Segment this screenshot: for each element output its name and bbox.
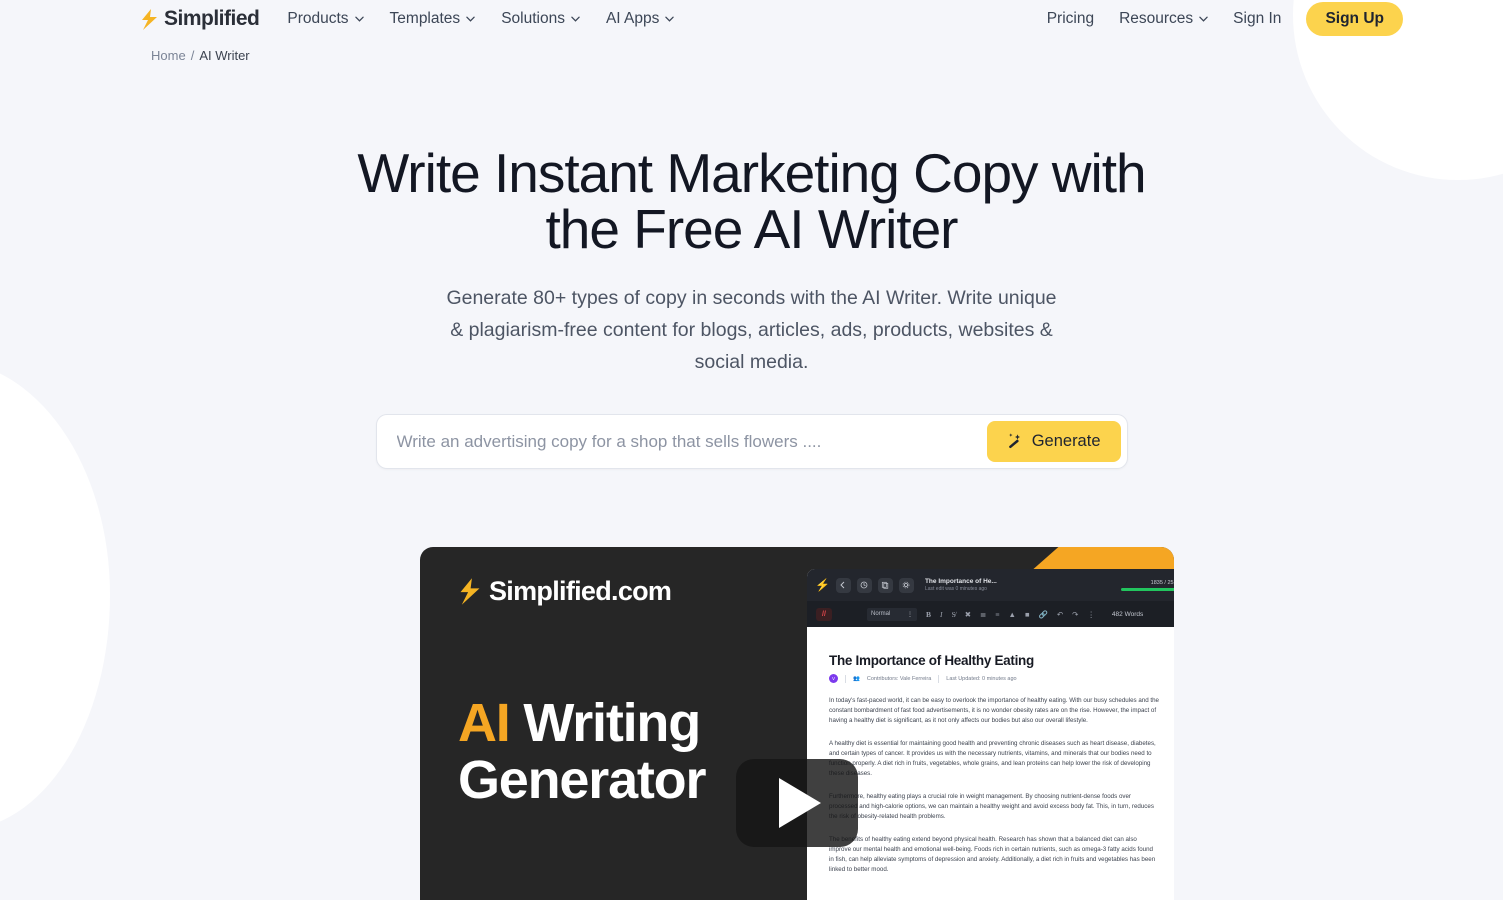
settings-gear-icon[interactable]: [898, 577, 914, 593]
breadcrumb: Home / AI Writer: [0, 38, 1503, 63]
play-triangle-icon: [779, 778, 821, 828]
credits-label: 1835 / 252000 credits used: [1150, 579, 1174, 586]
image-icon[interactable]: ■: [1025, 610, 1030, 619]
word-count: 482 Words: [1111, 610, 1144, 618]
back-icon[interactable]: [835, 577, 851, 593]
nav-item-label: Products: [287, 10, 349, 27]
nav-item-ai-apps[interactable]: AI Apps: [605, 10, 675, 28]
chevron-down-icon: ⋮: [907, 611, 913, 618]
document-last-updated: Last Updated: 0 minutes ago: [946, 675, 1017, 682]
copy-icon[interactable]: [877, 577, 893, 593]
video-headline-line2: Generator: [458, 750, 706, 810]
editor-topbar: ⚡ The Importance of He... Last edit was …: [807, 569, 1174, 601]
video-headline-accent: AI: [458, 693, 511, 753]
meta-divider: [938, 674, 940, 683]
magic-wand-icon: [1008, 433, 1020, 449]
primary-nav: Products Templates Solutions AI Apps: [287, 10, 675, 28]
simplified-bolt-icon: [460, 578, 480, 605]
document-paragraph: Furthermore, healthy eating plays a cruc…: [829, 793, 1154, 820]
decorative-blob-left: [0, 360, 110, 830]
highlight-icon[interactable]: ▲: [1009, 610, 1016, 619]
brand-logo-text: Simplified: [164, 7, 260, 30]
nav-item-label: AI Apps: [605, 10, 660, 27]
sign-in-link[interactable]: Sign In: [1233, 10, 1281, 28]
document-paragraph: In today's fast-paced world, it can be e…: [829, 697, 1159, 724]
sign-up-button[interactable]: Sign Up: [1306, 2, 1403, 36]
hero-subtitle: Generate 80+ types of copy in seconds wi…: [446, 287, 1057, 373]
nav-item-label: Templates: [389, 10, 461, 27]
nav-item-label: Pricing: [1046, 10, 1095, 27]
nav-item-templates[interactable]: Templates: [390, 10, 476, 28]
align-icon[interactable]: ≡: [995, 610, 999, 619]
italic-icon[interactable]: I: [940, 610, 943, 619]
document-contributors: Contributors: Vale Ferreira: [866, 675, 932, 682]
chevron-down-icon: [571, 16, 580, 22]
hero-section: Write Instant Marketing Copy with the Fr…: [0, 63, 1503, 378]
generate-button[interactable]: Generate: [986, 421, 1121, 462]
video-headline-rest: Writing: [509, 693, 701, 753]
document-title: The Importance of Healthy Eating: [829, 653, 1034, 668]
nav-item-products[interactable]: Products: [287, 10, 364, 28]
nav-item-pricing[interactable]: Pricing: [1047, 10, 1094, 28]
nav-item-label: Solutions: [501, 10, 565, 27]
document-meta: V 👥 Contributors: Vale Ferreira Last Upd…: [829, 674, 1174, 683]
breadcrumb-home[interactable]: Home: [151, 48, 186, 63]
prompt-bar: Generate: [375, 414, 1128, 469]
chevron-down-icon: [466, 16, 475, 22]
editor-format-toolbar: // Normal ⋮ B I S̸ ✖ ≣ ≡ ▲ ■ 🔗 ↶ ↷ ⋮ 482…: [807, 601, 1174, 627]
chevron-down-icon: [665, 16, 675, 22]
page-title: Write Instant Marketing Copy with the Fr…: [357, 142, 1146, 260]
chevron-down-icon: [354, 16, 364, 22]
secondary-nav: Pricing Resources Sign In Sign Up: [1047, 2, 1403, 36]
bold-icon[interactable]: B: [926, 610, 931, 619]
history-icon[interactable]: [856, 577, 872, 593]
editor-doc-title-group: The Importance of He... Last edit was 0 …: [925, 578, 997, 592]
clear-format-icon[interactable]: ✖: [965, 610, 971, 619]
chevron-down-icon: [1199, 16, 1208, 22]
site-header: Simplified Products Templates Solutions …: [0, 0, 1503, 38]
breadcrumb-current: AI Writer: [199, 48, 250, 63]
meta-divider: [845, 674, 846, 683]
editor-doc-title: The Importance of He...: [924, 577, 997, 585]
ai-assist-icon[interactable]: //: [816, 607, 832, 621]
contributors-icon: 👥: [853, 675, 860, 682]
editor-last-edit: Last edit was 0 minutes ago: [924, 585, 987, 592]
avatar: V: [829, 674, 838, 683]
video-brand-logo: Simplified.com: [458, 576, 672, 607]
redo-icon[interactable]: ↷: [1072, 610, 1078, 619]
demo-video-card[interactable]: Simplified.com AI Writing Generator ⚡ Th…: [420, 547, 1174, 900]
nav-item-resources[interactable]: Resources: [1119, 10, 1208, 28]
page-root: Simplified Products Templates Solutions …: [0, 0, 1503, 900]
credits-progress-bar: [1121, 587, 1174, 591]
brand-logo[interactable]: Simplified: [140, 7, 260, 31]
generate-button-label: Generate: [1031, 432, 1101, 450]
more-icon[interactable]: ⋮: [1087, 610, 1095, 619]
breadcrumb-separator: /: [190, 48, 195, 63]
text-style-value: Normal: [871, 611, 891, 617]
video-brand-text: Simplified.com: [489, 576, 672, 606]
list-icon[interactable]: ≣: [980, 610, 986, 619]
nav-item-label: Resources: [1119, 10, 1194, 27]
simplified-bolt-icon: ⚡: [815, 578, 830, 592]
document-paragraph: A healthy diet is essential for maintain…: [829, 740, 1156, 777]
link-icon[interactable]: 🔗: [1038, 610, 1047, 619]
sign-in-label: Sign In: [1233, 10, 1282, 27]
prompt-input[interactable]: [382, 421, 987, 462]
editor-preview: ⚡ The Importance of He... Last edit was …: [807, 569, 1174, 900]
document-paragraph: The benefits of healthy eating extend be…: [829, 836, 1156, 873]
strikethrough-icon[interactable]: S̸: [952, 610, 956, 619]
undo-icon[interactable]: ↶: [1057, 610, 1063, 619]
credits-meter: 1835 / 252000 credits used: [1121, 580, 1174, 591]
nav-item-solutions[interactable]: Solutions: [501, 10, 580, 28]
video-headline: AI Writing Generator: [458, 693, 706, 810]
play-button[interactable]: [736, 759, 858, 847]
text-style-select[interactable]: Normal ⋮: [867, 607, 917, 621]
editor-document-body: The Importance of Healthy Eating V 👥 Con…: [807, 627, 1174, 900]
simplified-bolt-icon: [142, 8, 157, 30]
